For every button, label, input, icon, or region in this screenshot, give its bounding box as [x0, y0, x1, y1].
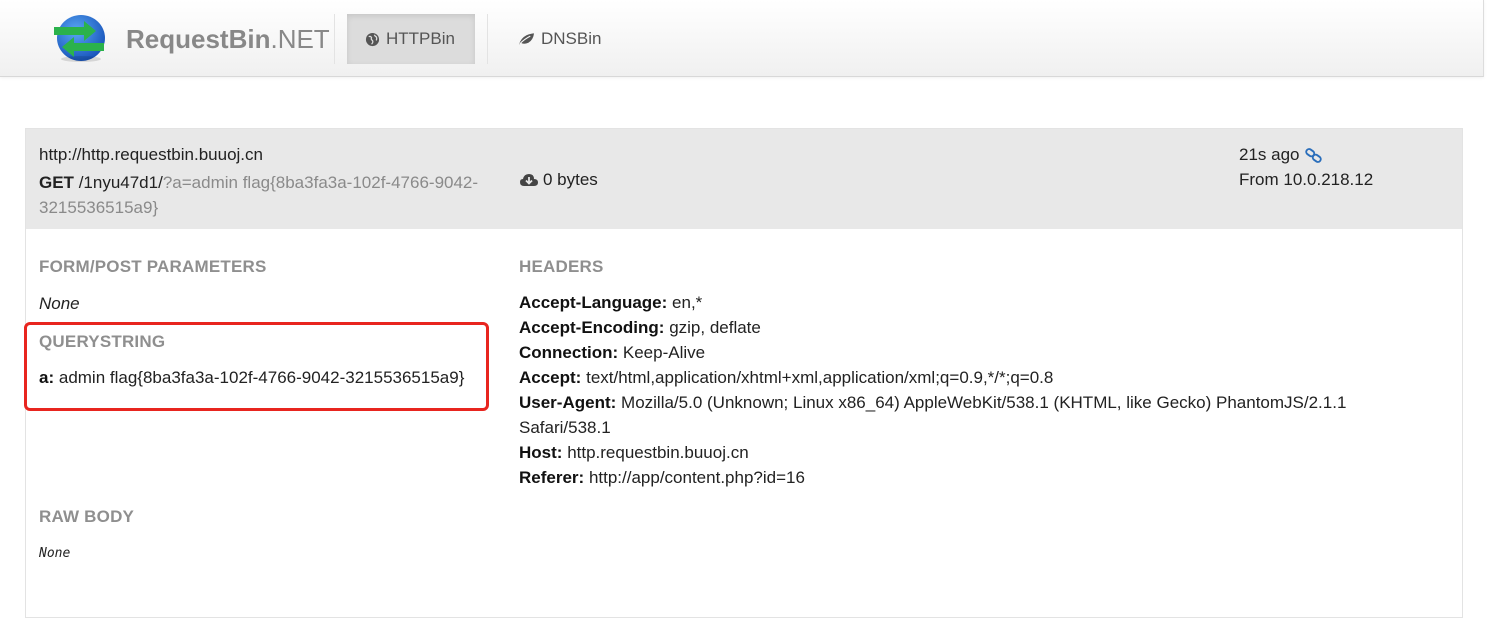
request-summary: http://http.requestbin.buuoj.cn GET /1ny…	[26, 129, 1462, 229]
header-value: Keep-Alive	[622, 343, 706, 362]
request-line: GET /1nyu47d1/?a=admin flag{8ba3fa3a-102…	[39, 170, 479, 220]
headers-title: HEADERS	[519, 257, 604, 276]
permalink-icon[interactable]	[1304, 147, 1322, 163]
raw-body-value: None	[39, 546, 71, 561]
querystring-param: a: admin flag{8ba3fa3a-102f-4766-9042-32…	[39, 365, 464, 390]
request-method: GET	[39, 173, 74, 192]
request-time: 21s ago	[1239, 145, 1322, 165]
header-value: en,*	[672, 293, 703, 312]
header-name: Accept-Language:	[519, 293, 668, 312]
header-row: Accept-Language: en,*	[519, 290, 1399, 315]
brand-name: RequestBin	[126, 24, 271, 54]
request-host-url: http://http.requestbin.buuoj.cn	[39, 145, 263, 164]
raw-body-title: RAW BODY	[39, 507, 135, 526]
navbar: RequestBin.NET HTTPBin DNSBin	[0, 0, 1484, 77]
header-row: Accept: text/html,application/xhtml+xml,…	[519, 365, 1399, 390]
brand-link[interactable]: RequestBin.NET	[126, 24, 330, 55]
tab-dnsbin[interactable]: DNSBin	[500, 14, 619, 64]
querystring-value: admin flag{8ba3fa3a-102f-4766-9042-32155…	[58, 368, 465, 387]
header-value: http.requestbin.buuoj.cn	[567, 443, 749, 462]
header-name: Accept:	[519, 368, 582, 387]
request-path: /1nyu47d1/	[78, 173, 163, 192]
header-row: Accept-Encoding: gzip, deflate	[519, 315, 1399, 340]
header-name: Referer:	[519, 468, 585, 487]
request-size-value: 0 bytes	[543, 170, 598, 189]
querystring-title: QUERYSTRING	[39, 332, 166, 351]
header-row: Referer: http://app/content.php?id=16	[519, 465, 1399, 490]
header-row: Host: http.requestbin.buuoj.cn	[519, 440, 1399, 465]
header-row: Connection: Keep-Alive	[519, 340, 1399, 365]
brand-suffix: .NET	[270, 24, 330, 54]
header-name: Connection:	[519, 343, 619, 362]
tab-httpbin-label: HTTPBin	[386, 29, 455, 48]
globe-icon	[365, 32, 380, 47]
header-value: http://app/content.php?id=16	[588, 468, 805, 487]
header-value: Mozilla/5.0 (Unknown; Linux x86_64) Appl…	[519, 393, 1347, 437]
requestbin-logo-icon[interactable]	[50, 13, 108, 63]
header-value: text/html,application/xhtml+xml,applicat…	[586, 368, 1054, 387]
tab-httpbin[interactable]: HTTPBin	[347, 14, 475, 64]
nav-divider	[334, 14, 335, 64]
headers-list: Accept-Language: en,* Accept-Encoding: g…	[519, 290, 1399, 490]
leaf-icon	[518, 32, 535, 46]
form-params-title: FORM/POST PARAMETERS	[39, 257, 267, 276]
request-size: 0 bytes	[520, 170, 598, 190]
header-name: Accept-Encoding:	[519, 318, 665, 337]
header-row: User-Agent: Mozilla/5.0 (Unknown; Linux …	[519, 390, 1399, 440]
header-name: Host:	[519, 443, 563, 462]
querystring-key: a:	[39, 368, 55, 387]
nav-divider	[487, 14, 488, 64]
header-name: User-Agent:	[519, 393, 617, 412]
header-value: gzip, deflate	[669, 318, 761, 337]
cloud-download-icon	[520, 173, 538, 187]
request-source-ip: From 10.0.218.12	[1239, 170, 1374, 189]
tab-dnsbin-label: DNSBin	[541, 29, 602, 48]
form-params-value: None	[39, 294, 80, 313]
request-time-ago: 21s ago	[1239, 145, 1300, 164]
